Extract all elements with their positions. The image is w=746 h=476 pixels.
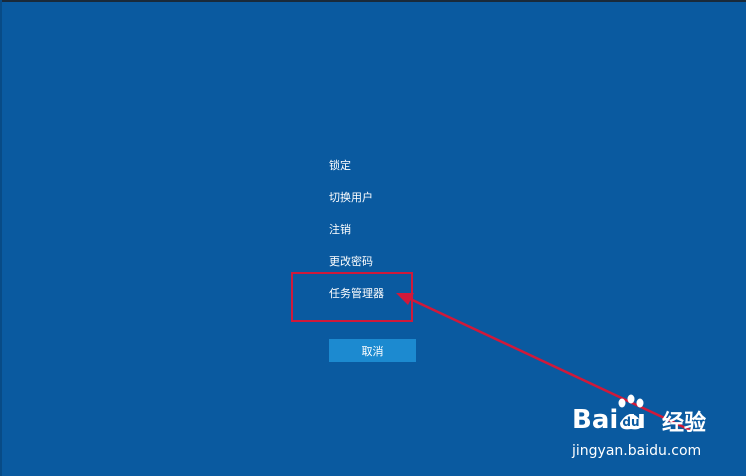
svg-text:du: du xyxy=(622,415,639,429)
baidu-jingyan-watermark: Bai u du 经验 jingyan.baidu.com xyxy=(572,393,742,473)
watermark-url: jingyan.baidu.com xyxy=(572,443,702,459)
watermark-brand: 经验 xyxy=(662,411,707,436)
paw-icon: du xyxy=(618,394,644,430)
